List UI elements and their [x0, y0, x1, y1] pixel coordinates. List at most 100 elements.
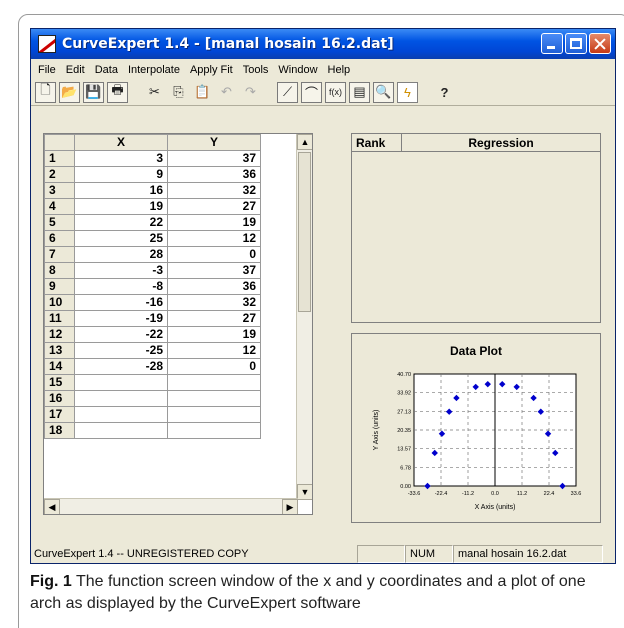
cell-y[interactable]: 0: [167, 358, 261, 375]
rank-header[interactable]: Rank: [352, 134, 402, 152]
cell-x[interactable]: -16: [74, 294, 168, 311]
new-file-icon[interactable]: 🗋: [35, 81, 56, 103]
row-header[interactable]: 18: [44, 422, 75, 439]
row-header[interactable]: 5: [44, 214, 75, 231]
menu-data[interactable]: Data: [90, 64, 123, 76]
cell-y[interactable]: 36: [167, 166, 261, 183]
title-bar[interactable]: CurveExpert 1.4 - [manal hosain 16.2.dat…: [31, 29, 615, 59]
print-icon[interactable]: 🖶: [107, 81, 128, 103]
row-header[interactable]: 8: [44, 262, 75, 279]
row-header[interactable]: 4: [44, 198, 75, 215]
undo-icon[interactable]: ↶: [216, 82, 237, 103]
menu-help[interactable]: Help: [323, 64, 356, 76]
cell-x[interactable]: -3: [74, 262, 168, 279]
row-header[interactable]: 15: [44, 374, 75, 391]
menu-edit[interactable]: Edit: [61, 64, 90, 76]
scroll-thumb[interactable]: [298, 152, 311, 312]
cell-x[interactable]: -8: [74, 278, 168, 295]
cell-y[interactable]: 37: [167, 262, 261, 279]
cell-y[interactable]: [167, 422, 261, 439]
cell-x[interactable]: [74, 390, 168, 407]
cell-x[interactable]: 19: [74, 198, 168, 215]
scroll-up-icon[interactable]: ▲: [297, 134, 312, 150]
cell-x[interactable]: 16: [74, 182, 168, 199]
cell-x[interactable]: -19: [74, 310, 168, 327]
cell-y[interactable]: [167, 390, 261, 407]
scroll-left-icon[interactable]: ◀: [44, 499, 60, 514]
cell-x[interactable]: 25: [74, 230, 168, 247]
cell-y[interactable]: 12: [167, 342, 261, 359]
menu-apply-fit[interactable]: Apply Fit: [185, 64, 238, 76]
lightning-icon[interactable]: ϟ: [397, 81, 418, 103]
horizontal-scrollbar[interactable]: ◀ ▶: [44, 498, 298, 514]
row-header[interactable]: 7: [44, 246, 75, 263]
row-header[interactable]: 3: [44, 182, 75, 199]
row-header[interactable]: 9: [44, 278, 75, 295]
cell-y[interactable]: 0: [167, 246, 261, 263]
row-header[interactable]: 17: [44, 406, 75, 423]
cell-y[interactable]: [167, 406, 261, 423]
scroll-right-icon[interactable]: ▶: [282, 499, 298, 514]
cell-y[interactable]: 27: [167, 310, 261, 327]
minimize-button[interactable]: [541, 33, 563, 54]
redo-icon[interactable]: ↷: [240, 82, 261, 103]
menu-interpolate[interactable]: Interpolate: [123, 64, 185, 76]
regression-column-header[interactable]: Regression: [402, 134, 600, 152]
cell-y[interactable]: 19: [167, 326, 261, 343]
cell-y[interactable]: 32: [167, 294, 261, 311]
cell-x[interactable]: -25: [74, 342, 168, 359]
cell-y[interactable]: 36: [167, 278, 261, 295]
x-tick-label: 33.6: [571, 491, 582, 497]
close-button[interactable]: [589, 33, 611, 54]
figure-label: Fig. 1: [30, 573, 72, 590]
row-header[interactable]: 11: [44, 310, 75, 327]
cell-y[interactable]: [167, 374, 261, 391]
cell-y[interactable]: 12: [167, 230, 261, 247]
help-icon[interactable]: ?: [434, 82, 455, 103]
row-header[interactable]: 10: [44, 294, 75, 311]
menu-file[interactable]: File: [33, 64, 61, 76]
cell-y[interactable]: 37: [167, 150, 261, 167]
graph-icon[interactable]: ⌒: [301, 81, 322, 103]
cell-y[interactable]: 19: [167, 214, 261, 231]
open-folder-icon[interactable]: 📂: [59, 81, 80, 103]
vertical-scrollbar[interactable]: ▲ ▼: [296, 134, 312, 500]
cell-x[interactable]: 3: [74, 150, 168, 167]
scroll-down-icon[interactable]: ▼: [297, 484, 312, 500]
cut-icon[interactable]: ✂: [144, 82, 165, 103]
column-header-y[interactable]: Y: [167, 134, 261, 151]
save-icon[interactable]: 💾: [83, 81, 104, 103]
row-header[interactable]: 1: [44, 150, 75, 167]
cell-x[interactable]: -22: [74, 326, 168, 343]
plot-zoom-icon[interactable]: 🔍: [373, 81, 394, 103]
cell-x[interactable]: 28: [74, 246, 168, 263]
paste-icon[interactable]: 📋: [192, 82, 213, 103]
maximize-button[interactable]: [565, 33, 587, 54]
row-header[interactable]: 14: [44, 358, 75, 375]
cell-x[interactable]: 9: [74, 166, 168, 183]
cell-x[interactable]: [74, 374, 168, 391]
grid-corner[interactable]: [44, 134, 75, 151]
table-row: 11 -19 27: [44, 310, 261, 327]
row-header[interactable]: 12: [44, 326, 75, 343]
cell-y[interactable]: 27: [167, 198, 261, 215]
status-filename: manal hosain 16.2.dat: [453, 545, 603, 563]
cell-x[interactable]: 22: [74, 214, 168, 231]
cell-x[interactable]: -28: [74, 358, 168, 375]
copy-icon[interactable]: ⎘: [168, 82, 189, 103]
cell-y[interactable]: 32: [167, 182, 261, 199]
scatter-plot[interactable]: -33.6 -22.4 -11.2 0.0 11.2 22.4 33.6 0.00 6.78 13…: [352, 334, 602, 524]
row-header[interactable]: 2: [44, 166, 75, 183]
function-icon[interactable]: f(x): [325, 81, 346, 103]
rank-icon[interactable]: ▤: [349, 81, 370, 103]
column-header-x[interactable]: X: [74, 134, 168, 151]
cell-x[interactable]: [74, 422, 168, 439]
menu-window[interactable]: Window: [273, 64, 322, 76]
curve-fit-icon[interactable]: ⟋: [277, 81, 298, 103]
row-header[interactable]: 6: [44, 230, 75, 247]
regression-header: Rank Regression: [352, 134, 600, 152]
cell-x[interactable]: [74, 406, 168, 423]
menu-tools[interactable]: Tools: [238, 64, 274, 76]
row-header[interactable]: 13: [44, 342, 75, 359]
row-header[interactable]: 16: [44, 390, 75, 407]
